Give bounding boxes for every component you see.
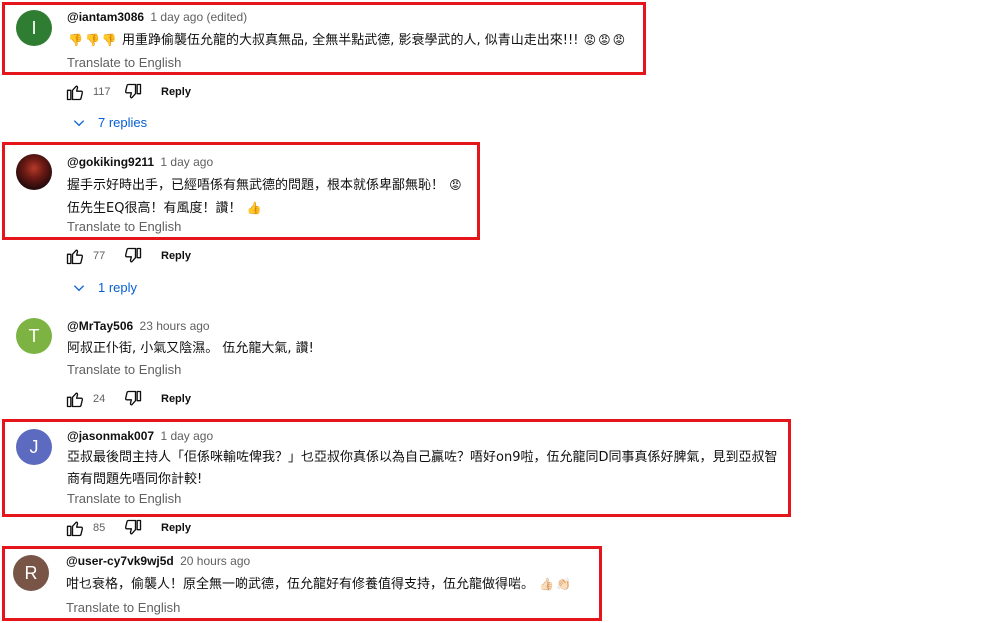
angry-face-icon: 😡 — [583, 33, 597, 47]
replies-count: 7 replies — [98, 115, 148, 130]
thumbs-up-icon: 👍🏻 — [539, 577, 555, 591]
thumbs-down-icon: 👎 — [84, 33, 100, 47]
chevron-down-icon — [73, 284, 85, 291]
avatar[interactable]: T — [16, 318, 52, 354]
thumbs-up-icon[interactable] — [65, 389, 85, 409]
translate-link[interactable]: Translate to English — [67, 55, 181, 70]
thumbs-down-icon[interactable] — [123, 246, 143, 266]
comment-header: @gokiking9211 1 day ago — [67, 155, 213, 169]
avatar[interactable]: J — [16, 429, 52, 465]
comment-line: 咁乜衰格，偷襲人！原全無一啲武德，伍允龍好有修養值得支持，伍允龍做得啱。 — [66, 577, 535, 592]
avatar[interactable] — [16, 154, 52, 190]
comment-line: 阿叔正仆街, 小氣又陰濕。 伍允龍大氣, 讚! — [67, 341, 314, 356]
comment-line: 亞叔最後問主持人「佢係咪輸咗俾我？」乜亞叔你真係以為自己贏咗？唔好on9啦，伍允… — [67, 450, 778, 465]
like-count: 85 — [93, 522, 106, 534]
comment-line: 商有問題先唔同你計較! — [67, 472, 203, 487]
avatar[interactable]: R — [13, 555, 49, 591]
comment-text: 👎 👎 👎 用重踭偷襲伍允龍的大叔真無品, 全無半點武德, 影衰學武的人, 似青山走… — [67, 29, 626, 52]
comment-header: @user-cy7vk9wj5d 20 hours ago — [66, 554, 250, 568]
thumbs-down-icon: 👎 — [68, 33, 83, 47]
timestamp[interactable]: 1 day ago (edited) — [150, 10, 247, 24]
comment-header: @iantam3086 1 day ago (edited) — [67, 10, 247, 24]
timestamp[interactable]: 1 day ago — [160, 429, 213, 443]
author-handle[interactable]: @iantam3086 — [67, 10, 144, 24]
thumbs-down-icon[interactable] — [123, 518, 143, 538]
comment-text: 阿叔正仆街, 小氣又陰濕。 伍允龍大氣, 讚! — [67, 338, 314, 360]
comment-actions: 85 Reply — [65, 516, 191, 540]
reply-button[interactable]: Reply — [161, 393, 191, 405]
comment-actions: 117 Reply — [65, 80, 191, 104]
timestamp[interactable]: 23 hours ago — [140, 319, 210, 333]
angry-face-icon: 😡 — [612, 33, 626, 47]
comment-line: 伍先生EQ很高！有風度！讚！ — [67, 201, 242, 216]
angry-face-icon: 😡 — [598, 33, 611, 47]
view-replies-button[interactable]: 1 reply — [72, 280, 137, 295]
author-handle[interactable]: @jasonmak007 — [67, 429, 154, 443]
avatar[interactable]: I — [16, 10, 52, 46]
translate-link[interactable]: Translate to English — [67, 491, 181, 506]
angry-face-icon: 😡 — [449, 178, 462, 192]
author-handle[interactable]: @user-cy7vk9wj5d — [66, 554, 174, 568]
like-count: 77 — [93, 250, 106, 262]
comment-actions: 24 Reply — [65, 387, 191, 411]
thumbs-down-icon: 👎 — [101, 33, 117, 47]
thumbs-up-icon[interactable] — [65, 518, 85, 538]
comment-text: 亞叔最後問主持人「佢係咪輸咗俾我？」乜亞叔你真係以為自己贏咗？唔好on9啦，伍允… — [67, 447, 777, 491]
comment-line: 握手示好時出手，已經唔係有無武德的問題，根本就係卑鄙無恥！ — [67, 178, 445, 193]
chevron-down-icon — [73, 119, 85, 126]
timestamp[interactable]: 1 day ago — [160, 155, 213, 169]
translate-link[interactable]: Translate to English — [67, 362, 181, 377]
translate-link[interactable]: Translate to English — [66, 600, 180, 615]
comment-actions: 77 Reply — [65, 244, 191, 268]
clapping-hands-icon: 👏🏻 — [556, 577, 572, 591]
thumbs-up-icon[interactable] — [65, 246, 85, 266]
timestamp[interactable]: 20 hours ago — [180, 554, 250, 568]
comment-thread: I @iantam3086 1 day ago (edited) 👎 👎 👎 用重踭… — [0, 0, 1000, 130]
reply-button[interactable]: Reply — [161, 522, 191, 534]
comment-header: @jasonmak007 1 day ago — [67, 429, 213, 443]
reply-button[interactable]: Reply — [161, 86, 191, 98]
author-handle[interactable]: @MrTay506 — [67, 319, 133, 333]
like-count: 24 — [93, 393, 106, 405]
like-count: 117 — [93, 86, 111, 98]
author-handle[interactable]: @gokiking9211 — [67, 155, 154, 169]
comment-text: 咁乜衰格，偷襲人！原全無一啲武德，伍允龍好有修養值得支持，伍允龍做得啱。 👍🏻 👏… — [66, 573, 572, 596]
thumbs-up-icon[interactable] — [65, 82, 85, 102]
replies-count: 1 reply — [98, 280, 138, 295]
translate-link[interactable]: Translate to English — [67, 219, 181, 234]
thumbs-up-icon: 👍 — [246, 201, 262, 215]
comment-header: @MrTay506 23 hours ago — [67, 319, 210, 333]
thumbs-down-icon[interactable] — [123, 82, 143, 102]
comment-line: 用重踭偷襲伍允龍的大叔真無品, 全無半點武德, 影衰學武的人, 似青山走出來!!… — [122, 33, 579, 48]
comment-text: 握手示好時出手，已經唔係有無武德的問題，根本就係卑鄙無恥！ 😡 伍先生EQ很高！… — [67, 174, 463, 220]
reply-button[interactable]: Reply — [161, 250, 191, 262]
thumbs-down-icon[interactable] — [123, 389, 143, 409]
view-replies-button[interactable]: 7 replies — [72, 115, 147, 130]
